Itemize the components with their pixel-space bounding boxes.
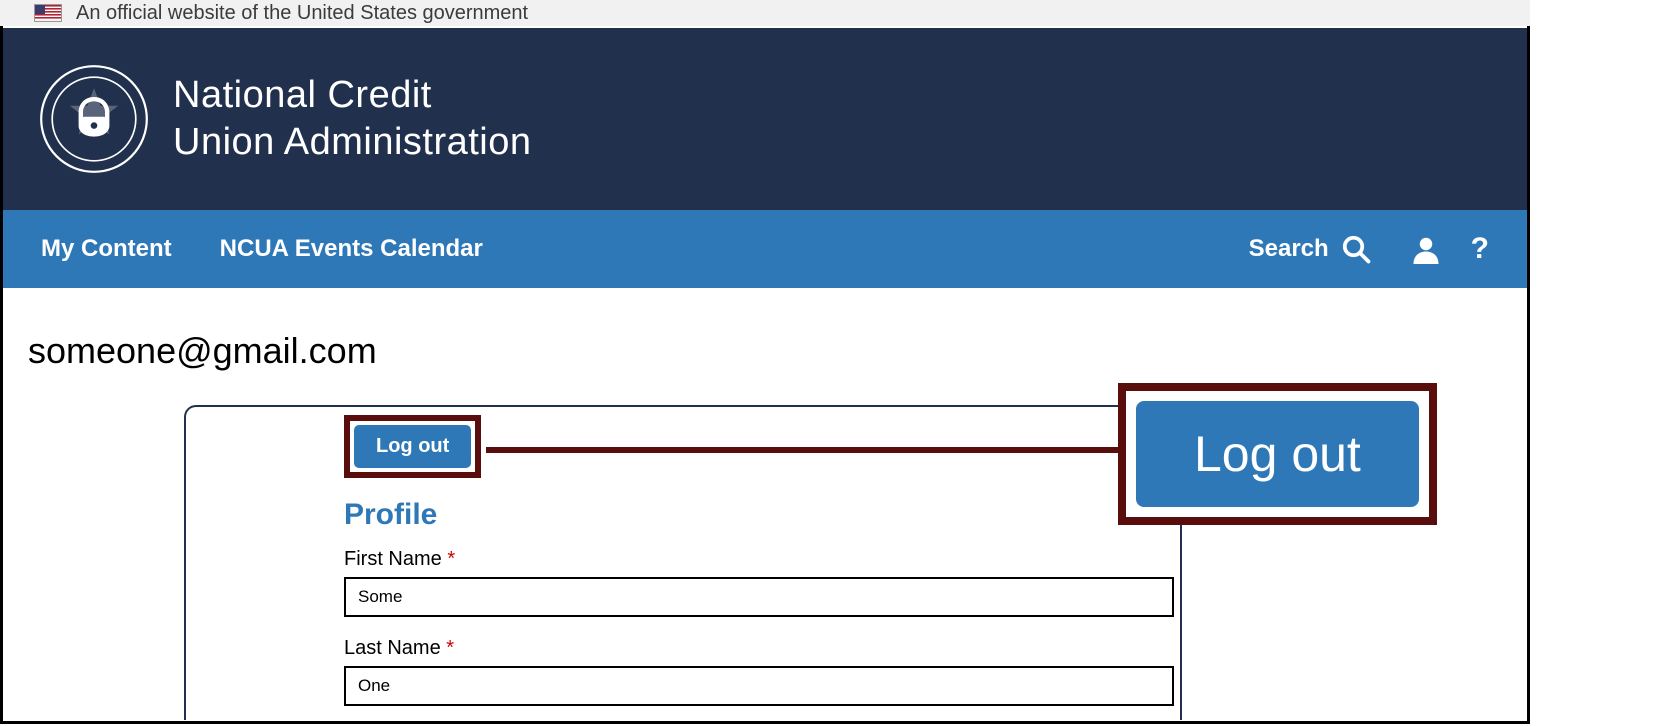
gov-banner: An official website of the United States… [0, 0, 1530, 26]
help-icon[interactable]: ? [1471, 232, 1489, 266]
ncua-seal-icon [39, 64, 149, 174]
logout-button[interactable]: Log out [354, 425, 471, 468]
us-flag-icon [34, 4, 62, 22]
user-email: someone@gmail.com [28, 330, 377, 372]
main-nav: My Content NCUA Events Calendar Search ? [3, 210, 1527, 288]
site-header: National Credit Union Administration [3, 28, 1527, 210]
nav-search-label: Search [1249, 235, 1329, 263]
required-indicator: * [446, 637, 454, 659]
agency-title-line2: Union Administration [173, 119, 532, 167]
nav-my-content[interactable]: My Content [41, 235, 172, 263]
required-indicator: * [447, 548, 455, 570]
last-name-input[interactable] [344, 666, 1174, 706]
first-name-label-text: First Name [344, 548, 442, 570]
logout-callout-button[interactable]: Log out [1136, 401, 1419, 507]
agency-title-line1: National Credit [173, 72, 532, 120]
logout-highlight-box: Log out [344, 415, 481, 478]
nav-events-calendar[interactable]: NCUA Events Calendar [220, 235, 483, 263]
user-icon[interactable] [1411, 234, 1441, 264]
profile-heading: Profile [344, 498, 1174, 532]
nav-search[interactable]: Search [1249, 234, 1371, 264]
gov-banner-text: An official website of the United States… [76, 2, 528, 25]
first-name-input[interactable] [344, 577, 1174, 617]
first-name-label: First Name * [344, 548, 1174, 571]
last-name-label-text: Last Name [344, 637, 441, 659]
annotation-connector [486, 447, 1126, 453]
search-icon [1341, 234, 1371, 264]
agency-title: National Credit Union Administration [173, 72, 532, 167]
last-name-label: Last Name * [344, 637, 1174, 660]
logout-callout: Log out [1118, 383, 1437, 525]
profile-form: Log out Profile First Name * Last Name * [344, 415, 1174, 726]
